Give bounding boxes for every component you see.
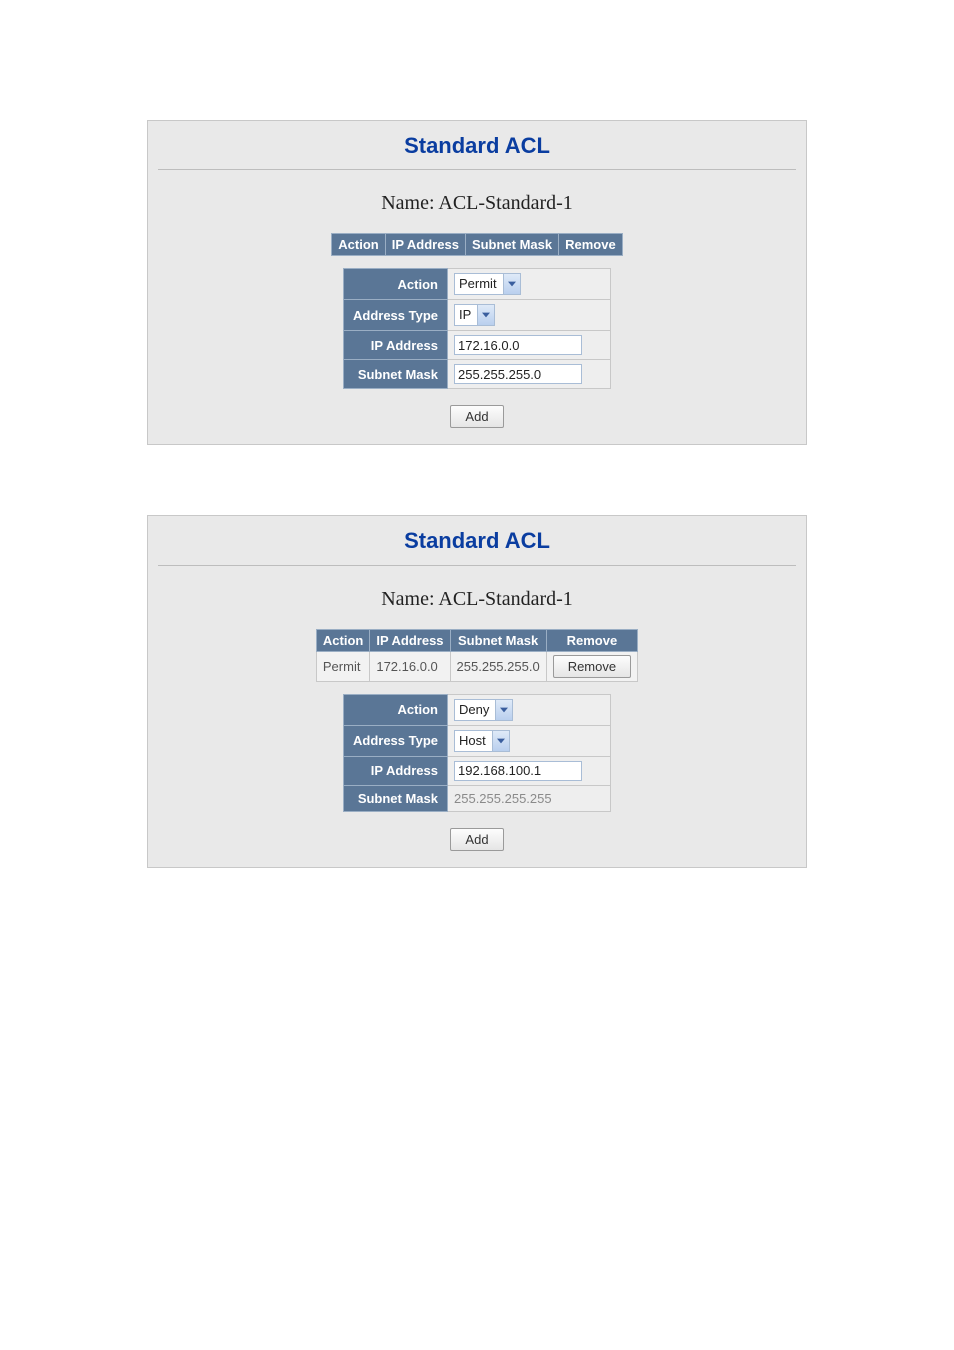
acl-panel: Standard ACLName: ACL-Standard-1ActionIP… [147,120,807,445]
ip-address-input[interactable] [454,335,582,355]
action-label: Action [343,269,447,300]
rules-header: Action [316,629,369,651]
address-type-value: Host [455,731,492,751]
action-select[interactable]: Permit [454,273,521,295]
rules-header: Subnet Mask [450,629,546,651]
subnet-mask-input[interactable] [454,364,582,384]
table-row: Permit172.16.0.0255.255.255.0 Remove [316,651,637,681]
rules-header: Subnet Mask [465,234,558,256]
panel-title: Standard ACL [158,133,796,169]
subnet-mask-label: Subnet Mask [343,360,447,389]
acl-name-line: Name: ACL-Standard-1 [158,170,796,233]
rules-header: Remove [546,629,637,651]
rules-table: ActionIP AddressSubnet MaskRemovePermit1… [316,629,638,682]
address-type-select[interactable]: IP [454,304,495,326]
add-button[interactable]: Add [450,828,503,851]
rules-header: Remove [559,234,623,256]
add-button[interactable]: Add [450,405,503,428]
cell-ip: 172.16.0.0 [370,651,450,681]
rules-table: ActionIP AddressSubnet MaskRemove [331,233,622,256]
panel-title: Standard ACL [158,528,796,564]
subnet-mask-label: Subnet Mask [343,785,447,811]
action-select-value: Permit [455,274,503,294]
address-type-value: IP [455,305,477,325]
address-type-label: Address Type [343,725,447,756]
chevron-down-icon[interactable] [503,274,520,294]
rules-header: Action [332,234,385,256]
rules-header: IP Address [370,629,450,651]
cell-mask: 255.255.255.0 [450,651,546,681]
rules-header: IP Address [385,234,465,256]
acl-panel: Standard ACLName: ACL-Standard-1ActionIP… [147,515,807,867]
form-table: Action Deny Address Type Host IP AddressSubn… [343,694,611,812]
chevron-down-icon[interactable] [495,700,512,720]
action-select[interactable]: Deny [454,699,513,721]
action-label: Action [343,694,447,725]
acl-name-line: Name: ACL-Standard-1 [158,566,796,629]
address-type-label: Address Type [343,300,447,331]
ip-address-label: IP Address [343,331,447,360]
address-type-select[interactable]: Host [454,730,510,752]
chevron-down-icon[interactable] [477,305,494,325]
ip-address-input[interactable] [454,761,582,781]
ip-address-label: IP Address [343,756,447,785]
cell-remove: Remove [546,651,637,681]
action-select-value: Deny [455,700,495,720]
chevron-down-icon[interactable] [492,731,509,751]
remove-button[interactable]: Remove [553,655,631,678]
form-table: Action Permit Address Type IP IP AddressSubn… [343,268,611,389]
subnet-mask-readonly: 255.255.255.255 [454,791,552,806]
cell-action: Permit [316,651,369,681]
